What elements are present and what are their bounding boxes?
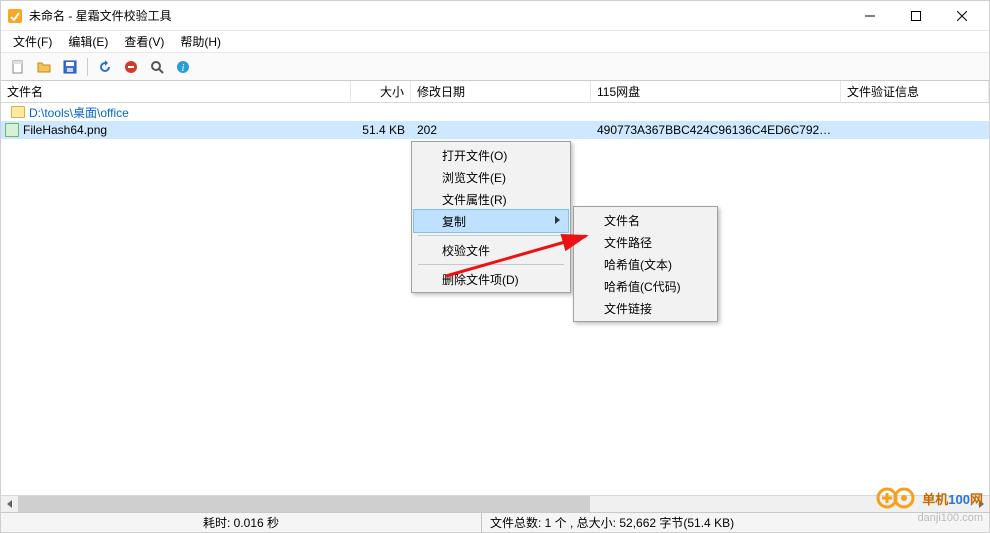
- column-header-date[interactable]: 修改日期: [411, 81, 591, 102]
- stop-icon[interactable]: [120, 56, 142, 78]
- file-115-cell: 490773A367BBC424C96136C4ED6C792D23|...: [591, 123, 841, 137]
- sub-file-name[interactable]: 文件名: [576, 209, 715, 231]
- column-header-row: 文件名 大小 修改日期 115网盘 文件验证信息: [1, 81, 989, 103]
- scroll-left-button[interactable]: [1, 496, 18, 513]
- menu-edit[interactable]: 编辑(E): [60, 31, 116, 52]
- file-name: FileHash64.png: [23, 123, 107, 137]
- info-icon[interactable]: i: [172, 56, 194, 78]
- menu-help[interactable]: 帮助(H): [172, 31, 229, 52]
- submenu-arrow-icon: [555, 216, 560, 224]
- toolbar-separator: [87, 58, 88, 76]
- file-date-cell: 202: [411, 123, 591, 137]
- column-header-verify[interactable]: 文件验证信息: [841, 81, 989, 102]
- minimize-button[interactable]: [847, 1, 893, 31]
- menu-bar: 文件(F) 编辑(E) 查看(V) 帮助(H): [1, 31, 989, 53]
- watermark-brand-a: 单机: [922, 492, 948, 507]
- scroll-thumb[interactable]: [18, 496, 590, 513]
- file-name-cell: FileHash64.png: [1, 123, 351, 137]
- refresh-icon[interactable]: [94, 56, 116, 78]
- toolbar: i: [1, 53, 989, 81]
- watermark-brand-c: 网: [970, 492, 983, 507]
- file-icon: [5, 123, 19, 137]
- menu-file[interactable]: 文件(F): [5, 31, 60, 52]
- sub-file-link[interactable]: 文件链接: [576, 297, 715, 319]
- open-icon[interactable]: [33, 56, 55, 78]
- file-row[interactable]: FileHash64.png 51.4 KB 202 490773A367BBC…: [1, 121, 989, 139]
- ctx-separator: [418, 235, 564, 236]
- context-menu: 打开文件(O) 浏览文件(E) 文件属性(R) 复制 校验文件 删除文件项(D): [411, 141, 571, 293]
- file-size-cell: 51.4 KB: [351, 123, 411, 137]
- title-bar: 未命名 - 星霜文件校验工具: [1, 1, 989, 31]
- window-buttons: [847, 1, 985, 31]
- app-icon: [5, 8, 25, 24]
- search-icon[interactable]: [146, 56, 168, 78]
- status-count: 文件总数: 1 个 , 总大小: 52,662 字节(51.4 KB): [482, 513, 989, 532]
- ctx-verify-file[interactable]: 校验文件: [414, 239, 568, 261]
- ctx-browse-file[interactable]: 浏览文件(E): [414, 166, 568, 188]
- group-path: D:\tools\桌面\office: [29, 104, 129, 121]
- ctx-file-props[interactable]: 文件属性(R): [414, 188, 568, 210]
- window-title: 未命名 - 星霜文件校验工具: [29, 7, 847, 24]
- group-path-cell: D:\tools\桌面\office: [1, 104, 351, 121]
- horizontal-scrollbar[interactable]: [1, 495, 989, 512]
- status-time: 耗时: 0.016 秒: [1, 513, 481, 532]
- new-file-icon[interactable]: [7, 56, 29, 78]
- save-icon[interactable]: [59, 56, 81, 78]
- close-button[interactable]: [939, 1, 985, 31]
- ctx-open-file[interactable]: 打开文件(O): [414, 144, 568, 166]
- watermark-logo-icon: [876, 486, 916, 510]
- column-header-filename[interactable]: 文件名: [1, 81, 351, 102]
- watermark-url: danji100.com: [918, 512, 983, 524]
- sub-file-path[interactable]: 文件路径: [576, 231, 715, 253]
- ctx-copy[interactable]: 复制: [414, 210, 568, 232]
- group-row[interactable]: D:\tools\桌面\office: [1, 103, 989, 121]
- svg-text:i: i: [182, 63, 185, 74]
- watermark-brand-b: 100: [948, 492, 970, 507]
- scroll-track[interactable]: [18, 496, 972, 513]
- context-submenu: 文件名 文件路径 哈希值(文本) 哈希值(C代码) 文件链接: [573, 206, 718, 322]
- ctx-copy-label: 复制: [442, 213, 466, 230]
- watermark-brand-text: 单机100网: [922, 489, 983, 508]
- ctx-delete-item[interactable]: 删除文件项(D): [414, 268, 568, 290]
- maximize-button[interactable]: [893, 1, 939, 31]
- watermark: 单机100网 danji100.com: [876, 486, 983, 510]
- ctx-separator: [418, 264, 564, 265]
- status-bar: 耗时: 0.016 秒 文件总数: 1 个 , 总大小: 52,662 字节(5…: [1, 512, 989, 532]
- column-header-size[interactable]: 大小: [351, 81, 411, 102]
- folder-icon: [11, 106, 25, 118]
- column-header-115[interactable]: 115网盘: [591, 81, 841, 102]
- sub-hash-code[interactable]: 哈希值(C代码): [576, 275, 715, 297]
- menu-view[interactable]: 查看(V): [116, 31, 172, 52]
- sub-hash-text[interactable]: 哈希值(文本): [576, 253, 715, 275]
